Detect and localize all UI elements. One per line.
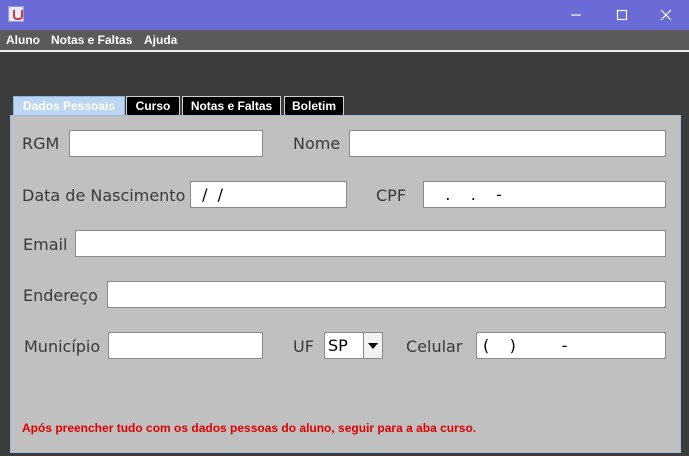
endereco-label: Endereço (23, 286, 98, 305)
uf-selected-value: SP (328, 336, 348, 355)
cpf-label: CPF (376, 186, 407, 205)
instruction-hint: Após preencher tudo com os dados pessoas… (22, 421, 477, 435)
email-field[interactable] (75, 230, 666, 257)
tab-curso[interactable]: Curso (126, 96, 180, 115)
nome-label: Nome (293, 134, 341, 153)
municipio-label: Município (24, 337, 101, 356)
close-icon (660, 9, 672, 21)
tab-boletim[interactable]: Boletim (284, 96, 344, 115)
minimize-icon (571, 14, 581, 16)
data-nascimento-label: Data de Nascimento (22, 186, 186, 205)
nome-field[interactable] (349, 130, 666, 157)
java-app-icon (8, 6, 24, 22)
menu-aluno[interactable]: Aluno (6, 33, 40, 47)
maximize-icon (616, 9, 628, 21)
menu-ajuda[interactable]: Ajuda (144, 33, 177, 47)
tab-notas-e-faltas[interactable]: Notas e Faltas (182, 96, 281, 115)
endereco-field[interactable] (107, 281, 666, 308)
data-nascimento-field[interactable]: / / (190, 181, 347, 208)
minimize-button[interactable] (553, 0, 599, 30)
rgm-field[interactable] (69, 130, 263, 157)
email-label: Email (23, 235, 68, 254)
celular-label: Celular (406, 337, 463, 356)
uf-dropdown-button[interactable] (363, 333, 382, 358)
chevron-down-icon (368, 342, 378, 349)
cpf-field[interactable]: . . - (423, 181, 666, 208)
rgm-label: RGM (22, 134, 60, 153)
uf-select[interactable]: SP (324, 332, 383, 359)
menu-separator (0, 50, 689, 52)
title-bar[interactable] (0, 0, 689, 30)
tab-dados-pessoais[interactable]: Dados Pessoais (13, 96, 125, 115)
menu-notas-e-faltas[interactable]: Notas e Faltas (51, 33, 132, 47)
menu-bar: Aluno Notas e Faltas Ajuda (0, 30, 689, 50)
maximize-button[interactable] (599, 0, 645, 30)
close-button[interactable] (643, 0, 689, 30)
celular-field[interactable]: ( ) - (476, 332, 666, 359)
municipio-field[interactable] (108, 332, 263, 359)
uf-label: UF (293, 337, 314, 356)
